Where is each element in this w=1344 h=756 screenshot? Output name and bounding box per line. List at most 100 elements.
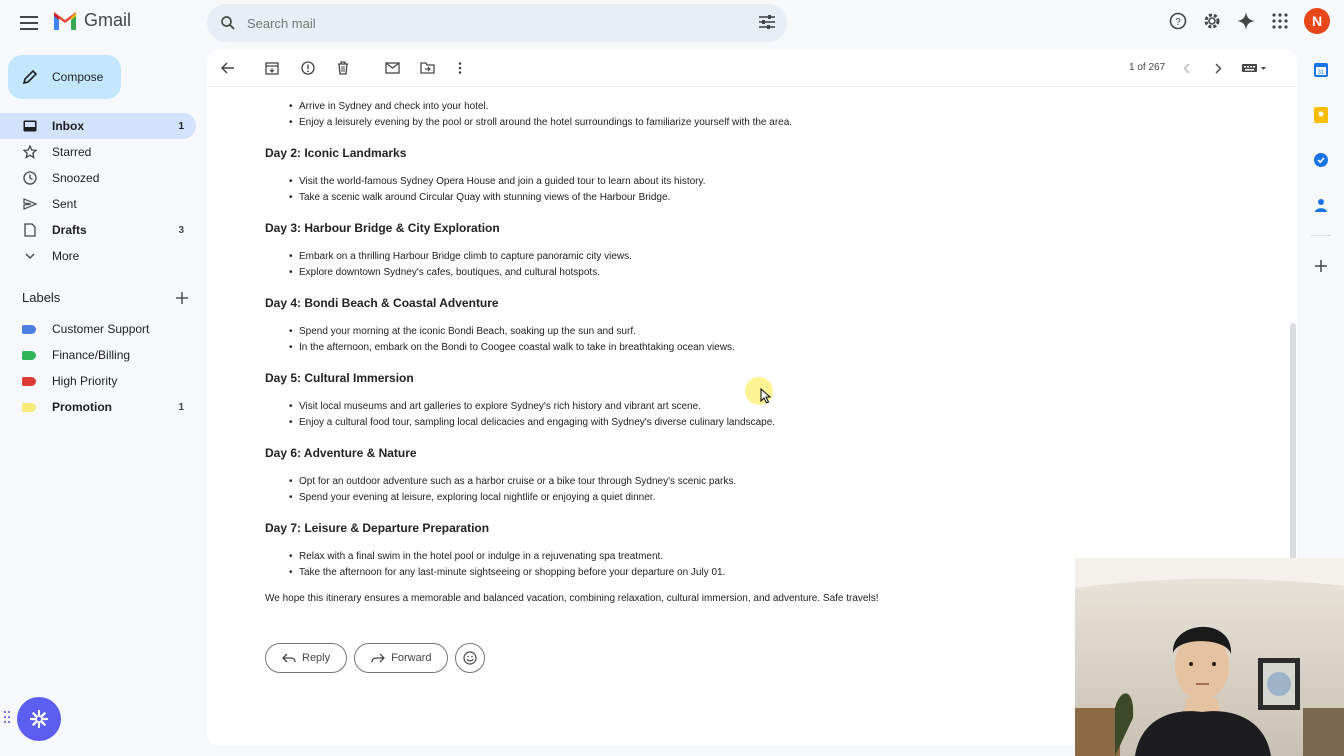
back-arrow-icon[interactable] — [220, 60, 236, 76]
search-bar[interactable] — [207, 4, 787, 42]
sidebar-item-drafts[interactable]: Drafts 3 — [0, 217, 196, 243]
list-item: Embark on a thrilling Harbour Bridge cli… — [289, 249, 1045, 265]
draft-icon — [22, 222, 38, 238]
email-toolbar: 1 of 267 — [207, 49, 1297, 87]
gmail-logo[interactable]: Gmail — [52, 10, 131, 31]
list-item: Relax with a final swim in the hotel poo… — [289, 549, 1045, 565]
list-item: Take a scenic walk around Circular Quay … — [289, 190, 1045, 206]
search-options-icon[interactable] — [759, 15, 775, 29]
older-chevron-right-icon[interactable] — [1210, 60, 1226, 76]
label-tag-icon — [22, 402, 36, 412]
forward-button[interactable]: Forward — [354, 643, 449, 673]
list-item: Arrive in Sydney and check into your hot… — [289, 99, 1045, 115]
list-item: Take the afternoon for any last-minute s… — [289, 565, 1045, 581]
apps-grid-icon[interactable] — [1270, 11, 1290, 31]
chevron-down-icon — [22, 248, 38, 264]
webcam-video-overlay — [1075, 558, 1344, 756]
bullet-list: Visit local museums and art galleries to… — [265, 399, 1045, 431]
assistant-fab-button[interactable] — [17, 697, 61, 741]
sidebar-item-label: Sent — [52, 197, 77, 211]
bullet-list: Spend your morning at the iconic Bondi B… — [265, 324, 1045, 356]
search-input[interactable] — [247, 15, 727, 31]
sidebar-item-label: Snoozed — [52, 171, 100, 185]
newer-chevron-left-icon[interactable] — [1178, 60, 1194, 76]
account-avatar[interactable]: N — [1304, 8, 1330, 34]
list-item: In the afternoon, embark on the Bondi to… — [289, 340, 1045, 356]
label-name: High Priority — [52, 374, 118, 388]
list-item: Visit the world-famous Sydney Opera Hous… — [289, 174, 1045, 190]
keep-notes-icon[interactable] — [1306, 100, 1336, 130]
sidebar-item-snoozed[interactable]: Snoozed — [0, 165, 196, 191]
pencil-icon — [22, 69, 38, 85]
top-bar: Gmail ? N — [0, 0, 1344, 44]
delete-trash-icon[interactable] — [335, 60, 351, 76]
mark-unread-icon[interactable] — [384, 60, 400, 76]
contacts-icon[interactable] — [1306, 190, 1336, 220]
list-item: Visit local museums and art galleries to… — [289, 399, 1045, 415]
inbox-icon — [22, 118, 38, 134]
list-item: Opt for an outdoor adventure such as a h… — [289, 474, 1045, 490]
mouse-pointer-icon — [760, 388, 772, 404]
sidebar-item-sent[interactable]: Sent — [0, 191, 196, 217]
add-label-icon[interactable] — [176, 291, 188, 304]
gemini-sparkle-icon[interactable] — [1236, 11, 1256, 31]
bullet-list: Opt for an outdoor adventure such as a h… — [265, 474, 1045, 506]
label-count: 1 — [178, 401, 184, 413]
label-list: Customer Support Finance/Billing High Pr… — [0, 316, 196, 420]
help-icon[interactable]: ? — [1168, 11, 1188, 31]
sidebar-item-label: Drafts — [52, 223, 87, 237]
settings-gear-icon[interactable] — [1202, 11, 1222, 31]
scrollbar-thumb[interactable] — [1290, 323, 1296, 563]
side-panel-rail: 31 — [1306, 55, 1336, 296]
label-item-customer-support[interactable]: Customer Support — [0, 316, 196, 342]
smiley-icon — [463, 651, 478, 665]
day-heading: Day 3: Harbour Bridge & City Exploration — [265, 221, 500, 235]
report-spam-icon[interactable] — [300, 60, 316, 76]
sidebar-item-label: More — [52, 249, 80, 263]
draft-count: 3 — [178, 224, 184, 236]
rail-divider — [1311, 235, 1331, 251]
label-name: Promotion — [52, 400, 112, 414]
sidebar-item-more[interactable]: More — [0, 243, 196, 269]
label-item-promotion[interactable]: Promotion 1 — [0, 394, 196, 420]
day-section: Day 2: Iconic Landmarks Visit the world-… — [265, 143, 1045, 206]
search-icon[interactable] — [219, 14, 237, 32]
tasks-icon[interactable] — [1306, 145, 1336, 175]
bullet-list: Relax with a final swim in the hotel poo… — [265, 549, 1045, 581]
move-to-folder-icon[interactable] — [419, 60, 435, 76]
unread-count: 1 — [178, 120, 184, 132]
input-tools-keyboard-icon[interactable] — [1241, 60, 1269, 76]
compose-button[interactable]: Compose — [8, 55, 121, 99]
drag-handle-icon[interactable] — [3, 710, 11, 729]
add-addon-plus-icon[interactable] — [1306, 251, 1336, 281]
sidebar-nav: Inbox 1 Starred Snoozed Sent Drafts 3 Mo… — [0, 113, 196, 269]
day-heading: Day 6: Adventure & Nature — [265, 446, 417, 460]
day-section: Day 5: Cultural Immersion Visit local mu… — [265, 368, 1045, 431]
sidebar-item-starred[interactable]: Starred — [0, 139, 196, 165]
list-item: Enjoy a leisurely evening by the pool or… — [289, 115, 1045, 131]
email-body: Arrive in Sydney and check into your hot… — [265, 99, 1045, 604]
main-menu-button[interactable] — [14, 8, 44, 38]
labels-header: Labels — [22, 290, 188, 305]
calendar-icon[interactable]: 31 — [1306, 55, 1336, 85]
emoji-reaction-button[interactable] — [455, 643, 486, 673]
reply-button[interactable]: Reply — [265, 643, 348, 673]
bullet-list: Embark on a thrilling Harbour Bridge cli… — [265, 249, 1045, 281]
archive-icon[interactable] — [264, 60, 280, 76]
reply-label: Reply — [302, 652, 331, 664]
svg-text:?: ? — [1175, 17, 1181, 28]
day-heading: Day 7: Leisure & Departure Preparation — [265, 521, 490, 535]
sidebar-item-label: Inbox — [52, 119, 84, 133]
day-section: Day 3: Harbour Bridge & City Exploration… — [265, 218, 1045, 281]
day-1-section: Arrive in Sydney and check into your hot… — [265, 99, 1045, 131]
sidebar-item-label: Starred — [52, 145, 92, 159]
bullet-list: Arrive in Sydney and check into your hot… — [265, 99, 1045, 131]
forward-arrow-icon — [371, 653, 386, 663]
label-item-finance-billing[interactable]: Finance/Billing — [0, 342, 196, 368]
sidebar-item-inbox[interactable]: Inbox 1 — [0, 113, 196, 139]
day-section: Day 4: Bondi Beach & Coastal Adventure S… — [265, 293, 1045, 356]
label-tag-icon — [22, 324, 36, 334]
label-item-high-priority[interactable]: High Priority — [0, 368, 196, 394]
more-options-icon[interactable] — [452, 60, 468, 76]
label-tag-icon — [22, 350, 36, 360]
